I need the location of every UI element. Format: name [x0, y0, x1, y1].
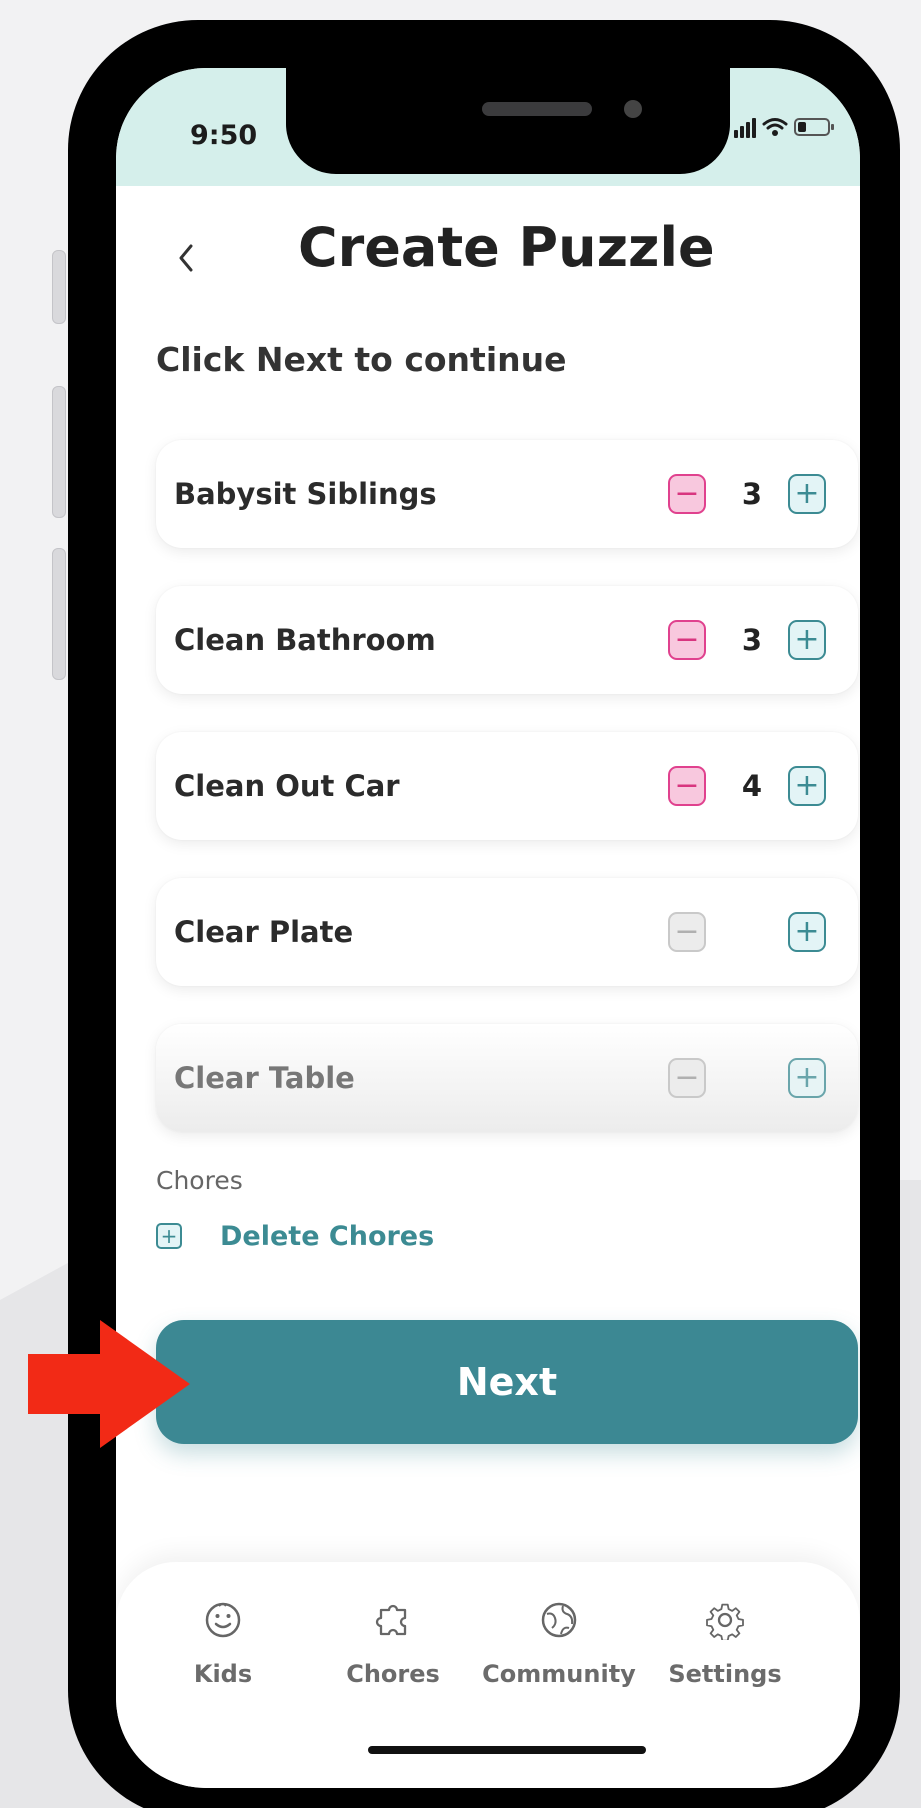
status-time: 9:50 — [190, 120, 258, 151]
decrement-button[interactable]: − — [668, 1058, 706, 1098]
delete-chores-link[interactable]: + Delete Chores — [156, 1210, 434, 1262]
front-camera — [624, 100, 642, 118]
decrement-button[interactable]: − — [668, 620, 706, 660]
chevron-left-icon — [179, 244, 193, 272]
tab-community[interactable]: Community — [474, 1600, 644, 1720]
phone-frame: 9:50 Create Puzzle Click Next to continu… — [68, 20, 900, 1808]
increment-button[interactable]: + — [788, 620, 826, 660]
bottom-tab-bar: Kids Chores Community Settings — [116, 1562, 860, 1788]
increment-button[interactable]: + — [788, 912, 826, 952]
tab-settings[interactable]: Settings — [640, 1600, 810, 1720]
chore-row: Clean Bathroom − 3 + — [156, 586, 858, 694]
volume-down-button — [52, 548, 66, 680]
volume-up-button — [52, 386, 66, 518]
minus-icon: − — [674, 914, 700, 949]
cellular-signal-icon — [734, 116, 756, 138]
next-button[interactable]: Next — [156, 1320, 858, 1444]
mute-switch — [52, 250, 66, 324]
chore-row: Clear Plate − + — [156, 878, 858, 986]
instructions-text: Click Next to continue — [156, 340, 567, 379]
gear-icon — [706, 1603, 744, 1640]
plus-icon: + — [794, 768, 820, 803]
plus-icon: + — [794, 622, 820, 657]
plus-icon: + — [794, 476, 820, 511]
chore-row: Clear Table − + — [156, 1024, 858, 1132]
chore-label: Clean Bathroom — [174, 623, 436, 657]
home-indicator[interactable] — [368, 1746, 646, 1754]
tab-label: Settings — [668, 1660, 782, 1688]
plus-icon: + — [794, 914, 820, 949]
page-title: Create Puzzle — [298, 216, 715, 279]
tab-label: Community — [482, 1660, 636, 1688]
increment-button[interactable]: + — [788, 474, 826, 514]
chore-label: Clear Plate — [174, 915, 354, 949]
tab-chores[interactable]: Chores — [308, 1600, 478, 1720]
increment-button[interactable]: + — [788, 766, 826, 806]
chore-label: Clean Out Car — [174, 769, 400, 803]
minus-icon: − — [674, 622, 700, 657]
decrement-button[interactable]: − — [668, 766, 706, 806]
chore-quantity: 3 — [741, 623, 763, 657]
chore-row: Babysit Siblings − 3 + — [156, 440, 858, 548]
minus-icon: − — [674, 1060, 700, 1095]
notch — [286, 68, 730, 174]
minus-icon: − — [674, 476, 700, 511]
wifi-icon — [762, 118, 788, 136]
increment-button[interactable]: + — [788, 1058, 826, 1098]
tab-label: Kids — [193, 1660, 253, 1688]
smiley-face-icon — [205, 1602, 241, 1638]
minus-icon: − — [674, 768, 700, 803]
chore-quantity: 4 — [741, 769, 763, 803]
chore-quantity: 3 — [741, 477, 763, 511]
delete-chores-label: Delete Chores — [220, 1220, 435, 1252]
tab-kids[interactable]: Kids — [138, 1600, 308, 1720]
speaker — [482, 102, 592, 116]
battery-icon — [794, 118, 834, 136]
back-button[interactable] — [156, 218, 216, 298]
red-arrow-annotation — [28, 1320, 190, 1448]
chore-quantity — [730, 1024, 774, 1132]
status-bar: 9:50 — [116, 68, 860, 186]
puzzle-piece-icon — [375, 1604, 407, 1636]
status-icons — [734, 116, 834, 138]
globe-icon — [541, 1602, 577, 1638]
plus-icon: + — [794, 1060, 820, 1095]
chore-label: Clear Table — [174, 1061, 355, 1095]
chore-quantity — [730, 878, 774, 986]
plus-square-icon: + — [156, 1223, 182, 1249]
section-label: Chores — [156, 1166, 243, 1195]
decrement-button[interactable]: − — [668, 912, 706, 952]
chore-label: Babysit Siblings — [174, 477, 437, 511]
decrement-button[interactable]: − — [668, 474, 706, 514]
chore-row: Clean Out Car − 4 + — [156, 732, 858, 840]
tab-label: Chores — [346, 1660, 440, 1688]
phone-screen: 9:50 Create Puzzle Click Next to continu… — [116, 68, 860, 1788]
